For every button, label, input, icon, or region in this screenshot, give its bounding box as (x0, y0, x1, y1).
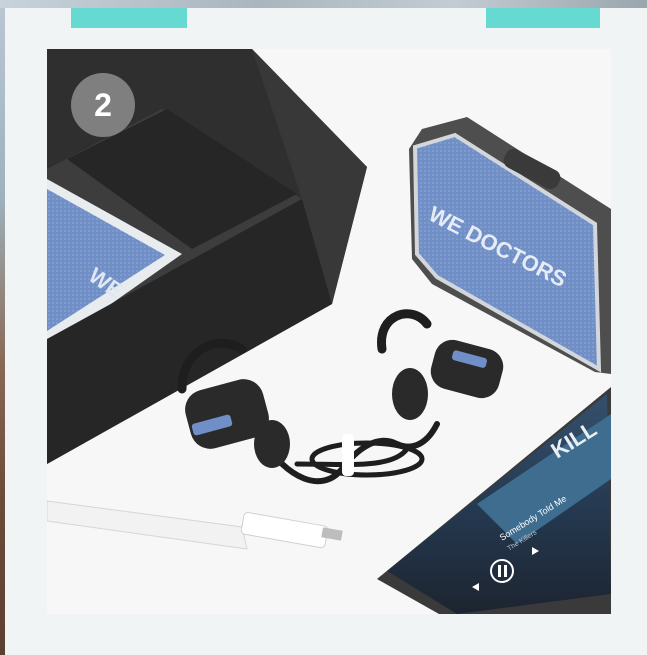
tape-left (71, 8, 187, 28)
step-number-badge: 2 (71, 73, 135, 137)
product-illustration: WE WE DOCTORS KILL Somebody Told Me The … (47, 49, 611, 614)
usb-cable (47, 500, 343, 550)
background-top-strip (0, 0, 647, 8)
earbud-right (392, 339, 504, 420)
bluetooth-speaker: WE DOCTORS (409, 117, 611, 374)
tape-right (486, 8, 600, 28)
cable-tie (342, 434, 354, 476)
product-photo: WE WE DOCTORS KILL Somebody Told Me The … (47, 49, 611, 614)
earbud-left (185, 379, 290, 468)
smartphone: KILL Somebody Told Me The Killers (377, 387, 611, 614)
